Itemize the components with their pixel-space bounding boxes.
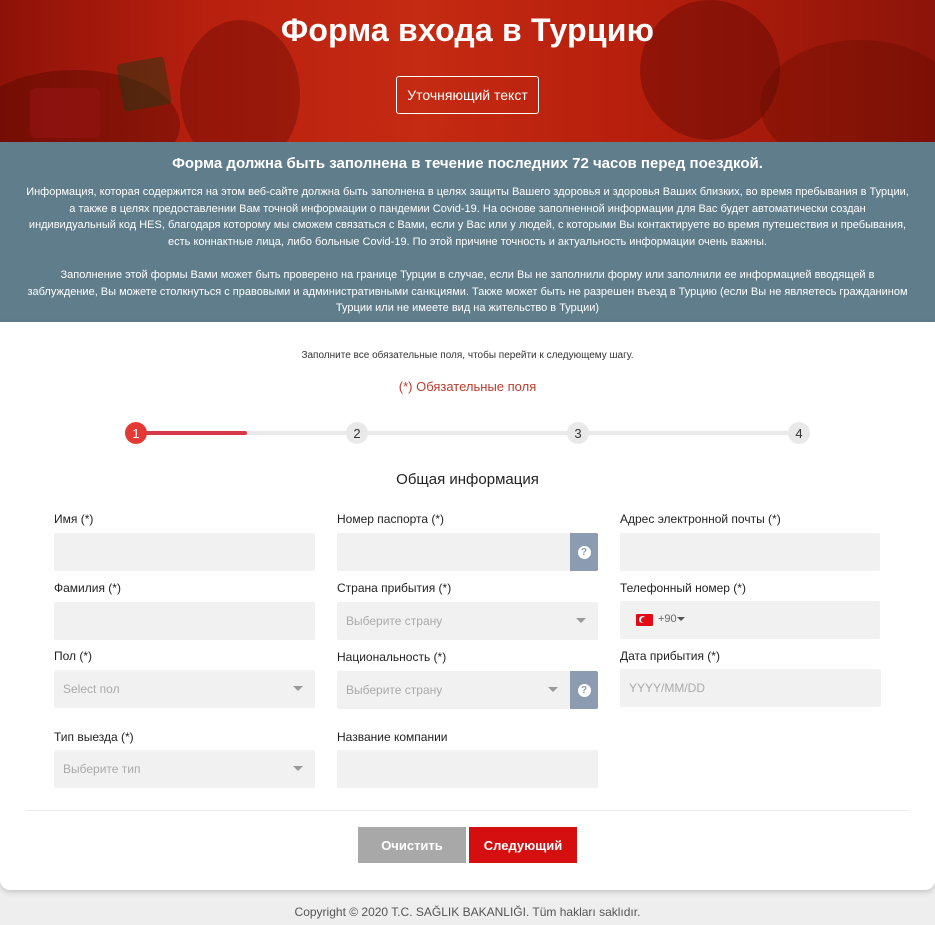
info-paragraph: Заполнение этой формы Вами может быть пр… <box>27 269 908 314</box>
gender-placeholder: Select пол <box>63 682 120 696</box>
arrival-date-label: Дата прибытия (*) <box>620 649 720 663</box>
phone-country-code: +90 <box>658 613 677 625</box>
section-title: Общая информация <box>396 471 539 488</box>
progress-stepper: 1 2 3 4 <box>125 422 811 444</box>
email-label: Адрес электронной почты (*) <box>620 512 781 526</box>
clear-button[interactable]: Очистить <box>358 827 466 863</box>
first-name-label: Имя (*) <box>54 512 94 526</box>
first-name-input[interactable] <box>54 533 315 571</box>
exit-type-label: Тип выезда (*) <box>54 730 134 744</box>
turkey-flag-icon[interactable] <box>636 614 653 626</box>
question-circle-icon: ? <box>577 683 591 697</box>
step-4[interactable]: 4 <box>788 422 810 444</box>
company-label: Название компании <box>337 730 448 744</box>
page-title: Форма входа в Турцию <box>280 12 655 48</box>
nationality-placeholder: Выберите страну <box>346 683 443 697</box>
required-fields-note: (*) Обязательные поля <box>398 379 537 394</box>
arrival-country-select[interactable]: Выберите страну <box>337 602 598 640</box>
next-button[interactable]: Следующий <box>469 827 577 863</box>
nationality-help-button[interactable]: ? <box>570 671 598 709</box>
chevron-down-icon[interactable] <box>677 617 685 621</box>
nationality-select[interactable]: Выберите страну <box>337 671 570 709</box>
divider <box>26 810 909 811</box>
form-card: Заполните все обязательные поля, чтобы п… <box>0 322 935 890</box>
passport-label: Номер паспорта (*) <box>337 512 445 526</box>
email-input[interactable] <box>620 533 880 571</box>
question-circle-icon: ? <box>577 545 591 559</box>
step-3[interactable]: 3 <box>567 422 589 444</box>
step-1[interactable]: 1 <box>125 422 147 444</box>
hero-photo-shape <box>760 40 935 142</box>
chevron-down-icon <box>548 687 558 692</box>
chevron-down-icon <box>293 766 303 771</box>
phone-label: Телефонный номер (*) <box>620 581 746 595</box>
form-instruction: Заполните все обязательные поля, чтобы п… <box>301 350 634 361</box>
info-paragraph: Информация, которая содержится на этом в… <box>26 186 909 248</box>
phone-input[interactable]: +90 <box>620 601 880 639</box>
passport-input[interactable] <box>337 533 570 571</box>
hero-photo-shape <box>30 88 100 138</box>
gender-label: Пол (*) <box>54 649 93 663</box>
nationality-label: Национальность (*) <box>337 650 447 664</box>
chevron-down-icon <box>576 618 586 623</box>
info-heading: Форма должна быть заполнена в течение по… <box>172 155 763 172</box>
hero-photo-shape <box>116 56 172 112</box>
clarifying-text-button[interactable]: Уточняющий текст <box>396 76 539 114</box>
arrival-country-placeholder: Выберите страну <box>346 614 443 628</box>
last-name-input[interactable] <box>54 602 315 640</box>
arrival-date-input[interactable] <box>620 669 881 707</box>
step-2[interactable]: 2 <box>346 422 368 444</box>
passport-help-button[interactable]: ? <box>570 533 598 571</box>
exit-type-select[interactable]: Выберите тип <box>54 750 315 788</box>
gender-select[interactable]: Select пол <box>54 670 315 708</box>
copyright-footer: Copyright © 2020 T.C. SAĞLIK BAKANLIĞI. … <box>294 905 641 919</box>
company-input[interactable] <box>337 750 598 788</box>
exit-type-placeholder: Выберите тип <box>63 762 141 776</box>
info-panel: Форма должна быть заполнена в течение по… <box>0 142 935 322</box>
chevron-down-icon <box>293 686 303 691</box>
stepper-progress <box>135 431 247 435</box>
arrival-country-label: Страна прибытия (*) <box>337 581 452 595</box>
hero-banner: Форма входа в Турцию Уточняющий текст <box>0 0 935 142</box>
last-name-label: Фамилия (*) <box>54 581 121 595</box>
